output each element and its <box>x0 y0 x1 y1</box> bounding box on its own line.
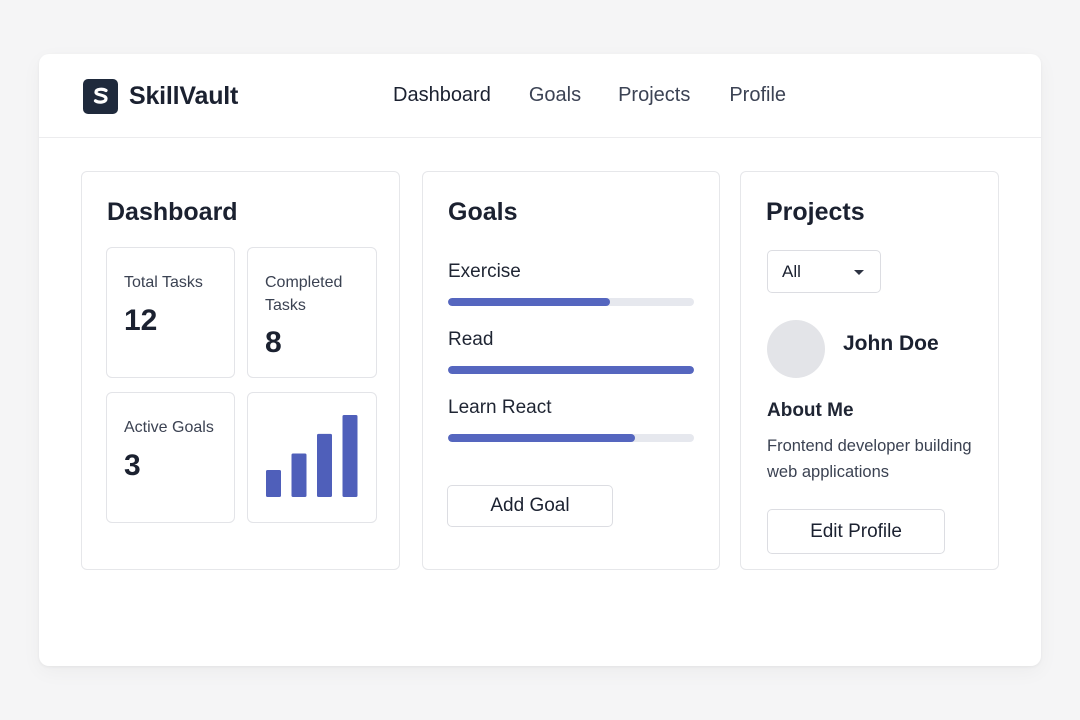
stat-value: 3 <box>124 449 141 482</box>
about-text: Frontend developer building web applicat… <box>767 437 972 481</box>
goal-progress-exercise <box>448 298 694 306</box>
stat-active-goals: Active Goals 3 <box>106 392 235 523</box>
stat-value: 12 <box>124 304 158 337</box>
user-name: John Doe <box>843 332 939 355</box>
goal-progress-learn-react <box>448 434 694 442</box>
stat-label: Completed Tasks <box>265 274 343 314</box>
s-logo-icon <box>83 78 118 114</box>
caret-down-icon <box>854 270 864 275</box>
goal-progress-fill <box>448 366 694 374</box>
top-navbar: SkillVault Dashboard Goals Projects Prof… <box>39 54 1041 138</box>
mini-bar-chart <box>247 392 377 523</box>
nav-profile[interactable]: Profile <box>729 84 786 107</box>
dashboard-card: Dashboard Total Tasks 12 Completed Tasks… <box>81 171 400 570</box>
mini-chart-bar <box>342 415 358 497</box>
mini-chart-bar <box>317 433 332 497</box>
goal-label-read: Read <box>448 329 494 350</box>
dashboard-title: Dashboard <box>107 198 238 226</box>
goal-progress-fill <box>448 434 635 442</box>
goal-progress-read <box>448 366 694 374</box>
goal-label-learn-react: Learn React <box>448 397 552 418</box>
avatar <box>767 320 825 378</box>
add-goal-button[interactable]: Add Goal <box>447 485 613 527</box>
mini-chart-bar <box>266 469 281 497</box>
app-window: SkillVault Dashboard Goals Projects Prof… <box>39 54 1041 666</box>
goals-title: Goals <box>448 198 518 226</box>
nav-projects[interactable]: Projects <box>618 84 690 107</box>
brand[interactable]: SkillVault <box>83 78 238 114</box>
edit-profile-button[interactable]: Edit Profile <box>767 509 945 554</box>
about-title: About Me <box>767 400 854 421</box>
goals-card: Goals Exercise Read Learn React Add Goal <box>422 171 720 570</box>
nav-dashboard[interactable]: Dashboard <box>393 84 491 107</box>
projects-card: Projects All John Doe About Me Frontend … <box>740 171 999 570</box>
stat-completed-tasks: Completed Tasks 8 <box>247 247 377 378</box>
goal-label-exercise: Exercise <box>448 261 521 282</box>
brand-name: SkillVault <box>129 81 239 110</box>
project-filter-value: All <box>782 261 801 281</box>
mini-bar-chart-svg <box>266 415 358 497</box>
main-nav: Dashboard Goals Projects Profile <box>393 84 786 107</box>
projects-title: Projects <box>766 198 865 226</box>
stat-total-tasks: Total Tasks 12 <box>106 247 235 378</box>
stat-label: Total Tasks <box>124 274 203 291</box>
goal-progress-fill <box>448 298 611 306</box>
stat-value: 8 <box>265 326 282 359</box>
nav-goals[interactable]: Goals <box>529 84 581 107</box>
mini-chart-bar <box>291 453 307 497</box>
project-filter-select[interactable]: All <box>767 250 881 293</box>
stat-label: Active Goals <box>124 419 214 436</box>
